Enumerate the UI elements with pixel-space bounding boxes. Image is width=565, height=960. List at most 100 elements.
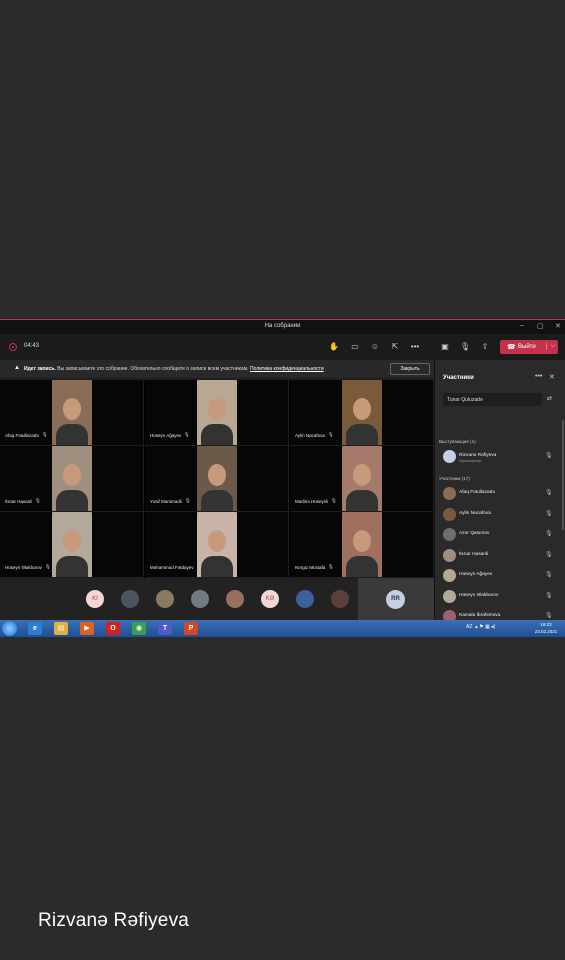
more-options-icon[interactable]: ••• xyxy=(535,373,542,380)
mic-icon: 🎙 xyxy=(185,498,191,503)
clock[interactable]: 19:23 23.02.2021 xyxy=(530,622,562,635)
avatar xyxy=(443,487,456,500)
avatar: RR xyxy=(386,590,405,609)
search-input[interactable]: Tunar Quluzadə xyxy=(443,393,542,406)
close-banner-button[interactable]: Закрыть xyxy=(390,363,430,375)
opera-icon[interactable]: O xyxy=(106,622,120,635)
video-tile[interactable]: Afaq Fətullazadə 🎙 xyxy=(0,380,144,446)
participant-avatar[interactable] xyxy=(191,590,209,608)
language-indicator[interactable]: AZ xyxy=(466,624,472,630)
tile-name: Afaq Fətullazadə xyxy=(5,433,39,438)
participant-name: Afaq Fətullazadə xyxy=(459,490,496,495)
video-body xyxy=(201,556,233,577)
minimize-button[interactable]: – xyxy=(520,322,524,329)
video-face xyxy=(63,398,81,420)
tile-name: Mədinə Hüseynli xyxy=(295,499,329,504)
video-body xyxy=(346,556,378,577)
mic-icon: 🎙 xyxy=(42,432,48,437)
participant-row[interactable]: Azər Qasımov 🎙 xyxy=(443,525,561,545)
teams-icon[interactable]: T xyxy=(158,622,172,635)
tile-name: Məhəmməd Fətdayev xyxy=(150,565,194,570)
window-title: На собрании xyxy=(264,323,301,329)
participant-avatar[interactable] xyxy=(226,590,244,608)
participants-panel: Участники ••• ✕ Tunar Quluzadə ⇄ Выступа… xyxy=(434,360,565,623)
video-tile[interactable]: Aylin Nacafova 🎙 xyxy=(290,380,434,446)
participant-avatar[interactable] xyxy=(156,590,174,608)
presenters-section[interactable]: Выступающие (1) xyxy=(439,439,476,444)
chevron-down-icon[interactable]: ⌵ xyxy=(546,343,555,350)
media-player-icon[interactable]: ▶ xyxy=(80,622,94,635)
system-tray: AZ ▴ ⚑ ▦ ◂) xyxy=(466,624,495,630)
leave-label: Выйти xyxy=(518,344,536,350)
participant-row[interactable]: Aylin Nacafova 🎙 xyxy=(443,505,561,525)
recording-icon xyxy=(9,343,17,351)
participant-avatar[interactable]: KI xyxy=(86,590,104,608)
video-face xyxy=(353,398,371,420)
presenter-row[interactable]: Rizvanə Rəfiyeva Организатор 🎙 xyxy=(443,447,561,467)
video-face xyxy=(63,530,81,552)
participant-strip: RR KI KƏ xyxy=(0,578,434,620)
video-body xyxy=(201,490,233,511)
scrollbar[interactable] xyxy=(562,420,564,530)
powerpoint-icon[interactable]: P xyxy=(184,622,198,635)
teams-window: На собрании – ▢ ✕ 04:43 ✋ ▭ ☺ ⇱ ••• ▣ 🎙 … xyxy=(0,319,565,637)
share-invite-icon[interactable]: ⇄ xyxy=(547,395,552,402)
mic-icon: 🎙 xyxy=(545,551,553,558)
avatar xyxy=(443,450,456,463)
participant-row[interactable]: Hüseyn Əlakbərov 🎙 xyxy=(443,587,561,607)
participant-avatar[interactable] xyxy=(121,590,139,608)
participant-avatar[interactable]: KƏ xyxy=(261,590,279,608)
reactions-icon[interactable]: ☺ xyxy=(369,341,381,353)
participant-row[interactable]: Hüseyn Ağayev 🎙 xyxy=(443,566,561,586)
camera-icon[interactable]: ▣ xyxy=(439,341,451,353)
clock-date: 23.02.2021 xyxy=(534,628,558,634)
video-tile[interactable]: Hüseyn Əlakbərov 🎙 xyxy=(0,512,144,578)
participant-row[interactable]: Afaq Fətullazadə 🎙 xyxy=(443,484,561,504)
participant-name: Ilxnar Hasanli xyxy=(459,551,489,557)
video-tile[interactable]: Məhəmməd Fətdayev 🎙 xyxy=(145,512,289,578)
video-tile[interactable]: Ilxnar Hasanli 🎙 xyxy=(0,446,144,512)
close-window-button[interactable]: ✕ xyxy=(555,322,561,330)
start-button[interactable] xyxy=(2,621,17,636)
mic-icon: 🎙 xyxy=(545,510,553,517)
video-face xyxy=(208,530,226,552)
share-icon[interactable]: ⇱ xyxy=(389,341,401,353)
banner-title: Идет запись. xyxy=(24,366,56,372)
caption: Rizvanə Rəfiyeva xyxy=(38,910,190,931)
chat-icon[interactable]: ▭ xyxy=(349,341,361,353)
privacy-link[interactable]: Политика конфиденциальности xyxy=(250,366,324,372)
mic-icon: 🎙 xyxy=(184,432,190,437)
participant-video xyxy=(52,512,92,577)
video-body xyxy=(56,556,88,577)
share-screen-icon[interactable]: ⇧ xyxy=(479,341,491,353)
mic-icon: 🎙 xyxy=(328,564,334,569)
participant-avatar[interactable] xyxy=(296,590,314,608)
participant-avatar[interactable] xyxy=(331,590,349,608)
ie-icon[interactable]: e xyxy=(28,622,42,635)
self-view[interactable]: RR xyxy=(358,578,434,620)
more-icon[interactable]: ••• xyxy=(409,341,421,353)
video-tile[interactable]: Yusif Məmmədli 🎙 xyxy=(145,446,289,512)
video-face xyxy=(208,464,226,486)
explorer-icon[interactable]: ▤ xyxy=(54,622,68,635)
tray-icons[interactable]: ▴ ⚑ ▦ ◂) xyxy=(474,624,495,630)
video-body xyxy=(346,490,378,511)
hand-raise-icon[interactable]: ✋ xyxy=(328,341,340,353)
leave-button[interactable]: ☎ Выйти ⌵ xyxy=(500,340,558,354)
restore-button[interactable]: ▢ xyxy=(537,322,544,330)
mic-icon: 🎙 xyxy=(45,564,51,569)
close-icon[interactable]: ✕ xyxy=(549,373,555,381)
mic-icon[interactable]: 🎙 xyxy=(459,341,471,353)
mic-icon: 🎙 xyxy=(545,531,553,537)
video-tile[interactable]: Nərgiz Mustafa 🎙 xyxy=(290,512,434,578)
chrome-icon[interactable]: ◉ xyxy=(132,622,146,635)
tile-name: Aylin Nacafova xyxy=(295,433,325,438)
attendees-section[interactable]: Участники (17) xyxy=(439,476,470,481)
video-face xyxy=(353,464,371,486)
video-tile[interactable]: Hüseyn Ağayev 🎙 xyxy=(145,380,289,446)
video-tile[interactable]: Mədinə Hüseynli 🎙 xyxy=(290,446,434,512)
participant-name: Aylin Nacafova xyxy=(459,510,491,516)
participant-row[interactable]: Ilxnar Hasanli 🎙 xyxy=(443,546,561,566)
panel-title: Участники xyxy=(443,375,474,381)
video-body xyxy=(56,490,88,511)
